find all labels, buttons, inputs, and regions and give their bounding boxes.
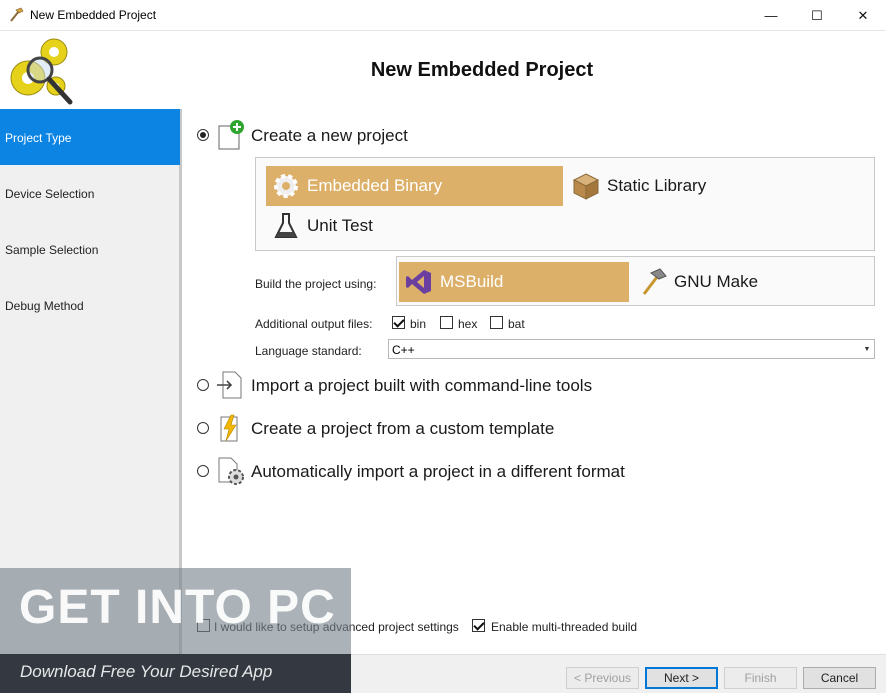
import-document-icon	[217, 371, 242, 399]
sidebar-item-device-selection[interactable]: Device Selection	[0, 165, 180, 221]
maximize-button[interactable]: ☐	[794, 0, 840, 31]
unit-test-label: Unit Test	[307, 216, 373, 235]
import-cmdline-radio[interactable]	[197, 379, 209, 391]
additional-output-label: Additional output files:	[255, 317, 373, 331]
gear-icon	[274, 174, 298, 198]
close-button[interactable]: ✕	[840, 0, 886, 31]
create-new-project-label[interactable]: Create a new project	[251, 126, 408, 146]
create-new-project-radio[interactable]	[197, 129, 209, 141]
multithreaded-build-label[interactable]: Enable multi-threaded build	[491, 620, 637, 634]
language-standard-select[interactable]: C++ ▼	[388, 339, 875, 359]
minimize-button[interactable]: —	[748, 0, 794, 31]
static-library-tile[interactable]: Static Library	[566, 166, 766, 206]
package-box-icon	[572, 173, 600, 200]
document-gear-icon	[218, 457, 244, 485]
sidebar-item-sample-selection[interactable]: Sample Selection	[0, 221, 180, 277]
language-standard-label: Language standard:	[255, 344, 362, 358]
sidebar-item-project-type[interactable]: Project Type	[0, 109, 180, 165]
build-using-label: Build the project using:	[255, 277, 377, 291]
chevron-down-icon[interactable]: ▼	[860, 340, 874, 358]
next-button[interactable]: Next >	[645, 667, 718, 689]
msbuild-tile[interactable]: MSBuild	[399, 262, 629, 302]
bat-label: bat	[508, 317, 525, 331]
bat-checkbox[interactable]	[490, 316, 503, 329]
auto-import-radio[interactable]	[197, 465, 209, 477]
watermark-subtitle: Download Free Your Desired App	[20, 662, 273, 681]
wizard-header: New Embedded Project	[0, 31, 886, 109]
build-system-box: MSBuild GNU Make	[396, 256, 875, 306]
sidebar-item-debug-method[interactable]: Debug Method	[0, 277, 180, 333]
watermark-title: GET INTO PC	[19, 581, 336, 634]
title-bar: New Embedded Project — ☐ ✕	[0, 0, 886, 31]
import-cmdline-label[interactable]: Import a project built with command-line…	[251, 376, 592, 396]
multithreaded-build-checkbox[interactable]	[472, 619, 485, 632]
language-standard-value: C++	[392, 343, 415, 357]
project-type-box: Embedded Binary Static Library Unit Test	[255, 157, 875, 251]
auto-import-label[interactable]: Automatically import a project in a diff…	[251, 462, 625, 482]
page-title: New Embedded Project	[370, 59, 594, 81]
unit-test-tile[interactable]: Unit Test	[266, 206, 466, 246]
bin-checkbox[interactable]	[392, 316, 405, 329]
new-document-plus-icon	[218, 120, 244, 150]
hammer-app-icon	[10, 7, 24, 22]
lightning-document-icon	[220, 414, 238, 442]
embedded-binary-label: Embedded Binary	[307, 176, 443, 195]
visual-studio-icon	[406, 270, 431, 294]
cancel-button[interactable]: Cancel	[803, 667, 876, 689]
hammer-icon	[642, 268, 667, 295]
gears-magnifier-logo-icon	[10, 38, 73, 105]
hex-label: hex	[458, 317, 478, 331]
static-library-label: Static Library	[607, 176, 707, 195]
msbuild-label: MSBuild	[440, 272, 504, 291]
gnu-make-label: GNU Make	[674, 272, 759, 291]
finish-button[interactable]: Finish	[724, 667, 797, 689]
bin-label: bin	[410, 317, 427, 331]
hex-checkbox[interactable]	[440, 316, 453, 329]
flask-icon	[274, 213, 298, 238]
window-title: New Embedded Project	[30, 8, 157, 22]
embedded-binary-tile[interactable]: Embedded Binary	[266, 166, 563, 206]
previous-button[interactable]: < Previous	[566, 667, 639, 689]
gnu-make-tile[interactable]: GNU Make	[633, 262, 833, 302]
custom-template-label[interactable]: Create a project from a custom template	[251, 419, 554, 439]
custom-template-radio[interactable]	[197, 422, 209, 434]
